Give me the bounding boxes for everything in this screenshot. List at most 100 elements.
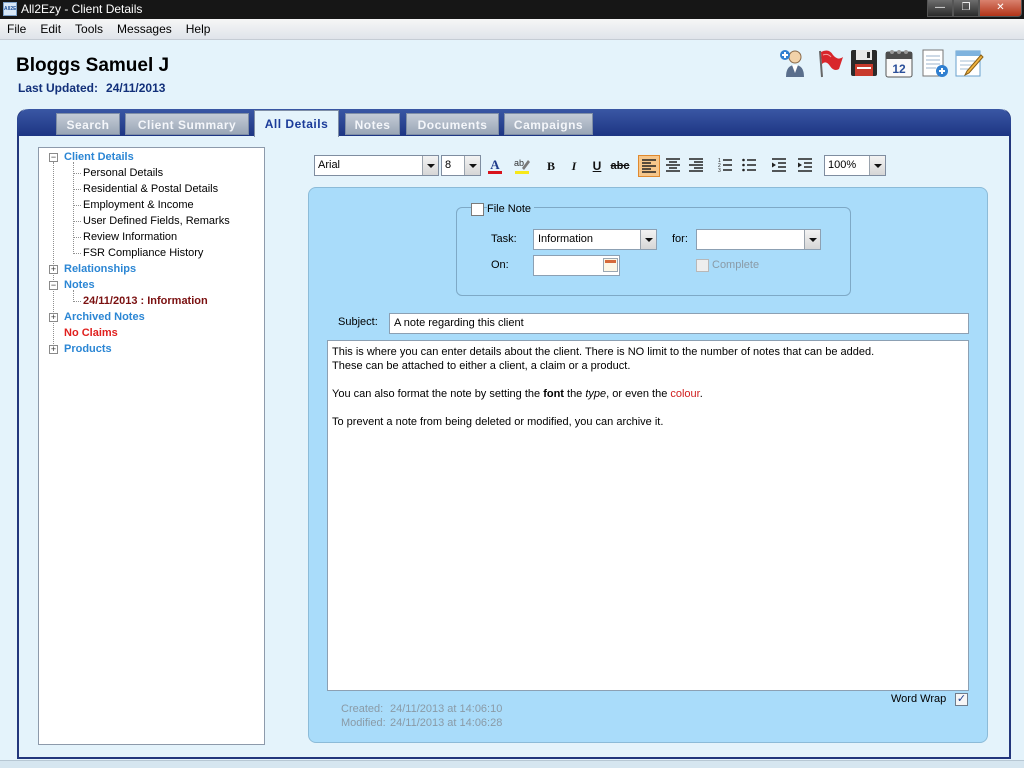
menu-tools[interactable]: Tools [68, 22, 110, 36]
bullet-list-button[interactable] [738, 155, 760, 177]
calendar-picker-icon[interactable] [603, 258, 618, 272]
last-updated-label: Last Updated: [18, 81, 99, 95]
action-toolbar: 12 [778, 47, 988, 79]
expand-icon[interactable]: + [49, 265, 58, 274]
word-wrap-checkbox[interactable]: ✓ [955, 693, 968, 706]
add-user-icon[interactable] [778, 47, 810, 79]
file-note-group [456, 207, 851, 296]
numbered-list-button[interactable]: 1 2 3 [714, 155, 736, 177]
tree-notes[interactable]: Notes [64, 279, 95, 291]
created-value: 24/11/2013 at 14:06:10 [390, 703, 503, 715]
tree-products[interactable]: Products [64, 343, 112, 355]
tree-item-residential-postal[interactable]: Residential & Postal Details [83, 183, 218, 195]
font-size-select[interactable]: 8 [441, 155, 481, 176]
edit-note-icon[interactable] [953, 47, 985, 79]
dropdown-arrow-icon[interactable] [464, 156, 480, 175]
zoom-select[interactable]: 100% [824, 155, 886, 176]
formatted-colour-word: colour [670, 388, 700, 400]
tree-archived-notes[interactable]: Archived Notes [64, 311, 145, 323]
tree-note-item[interactable]: 24/11/2013 : Information [83, 295, 208, 307]
last-updated-value: 24/11/2013 [106, 81, 166, 95]
close-button[interactable]: ✕ [979, 0, 1022, 17]
tree-item-employment-income[interactable]: Employment & Income [83, 199, 194, 211]
complete-checkbox[interactable] [696, 259, 709, 272]
note-editor[interactable]: This is where you can enter details abou… [327, 340, 969, 691]
tree-no-claims[interactable]: No Claims [64, 327, 118, 339]
note-line: You can also format the note by setting … [332, 388, 703, 400]
for-select[interactable] [696, 229, 821, 250]
decrease-indent-button[interactable] [768, 155, 790, 177]
underline-button[interactable]: U [586, 155, 608, 177]
tree-item-personal-details[interactable]: Personal Details [83, 167, 163, 179]
save-icon[interactable] [848, 47, 880, 79]
tab-client-summary[interactable]: Client Summary [125, 113, 249, 135]
calendar-day: 12 [892, 62, 906, 76]
last-updated: Last Updated: 24/11/2013 [18, 81, 165, 95]
svg-text:A: A [490, 157, 500, 172]
tree-connector [73, 205, 81, 206]
italic-button[interactable]: I [563, 155, 585, 177]
tree-item-review-information[interactable]: Review Information [83, 231, 177, 243]
collapse-icon[interactable]: − [49, 153, 58, 162]
tree-client-details[interactable]: Client Details [64, 151, 134, 163]
zoom-value: 100% [828, 159, 857, 171]
menu-help[interactable]: Help [179, 22, 218, 36]
tab-search[interactable]: Search [56, 113, 120, 135]
font-color-icon: A [488, 157, 502, 174]
tree-item-user-defined-fields[interactable]: User Defined Fields, Remarks [83, 215, 230, 227]
dropdown-arrow-icon[interactable] [422, 156, 438, 175]
strikethrough-button[interactable]: abc [609, 155, 631, 177]
menu-edit[interactable]: Edit [33, 22, 68, 36]
date-input[interactable] [533, 255, 620, 276]
subject-input[interactable]: A note regarding this client [389, 313, 969, 334]
expand-icon[interactable]: + [49, 313, 58, 322]
dropdown-arrow-icon[interactable] [804, 230, 820, 249]
align-center-icon [666, 158, 680, 172]
tree-item-fsr-compliance[interactable]: FSR Compliance History [83, 247, 203, 259]
collapse-icon[interactable]: − [49, 281, 58, 290]
font-family-select[interactable]: Arial [314, 155, 439, 176]
modified-value: 24/11/2013 at 14:06:28 [390, 717, 503, 729]
menu-file[interactable]: File [0, 22, 33, 36]
align-left-button[interactable] [638, 155, 660, 177]
tree-connector [73, 253, 81, 254]
increase-indent-button[interactable] [794, 155, 816, 177]
tree-connector [73, 189, 81, 190]
bullet-list-icon [742, 158, 756, 172]
tab-campaigns[interactable]: Campaigns [504, 113, 593, 135]
align-center-button[interactable] [662, 155, 684, 177]
calendar-icon[interactable]: 12 [883, 47, 915, 79]
word-wrap-label: Word Wrap [891, 693, 947, 705]
tree-connector [73, 221, 81, 222]
align-right-button[interactable] [685, 155, 707, 177]
app-logo-icon: All2Ezy [3, 2, 17, 16]
align-right-icon [689, 158, 703, 172]
tree-connector [73, 237, 81, 238]
dropdown-arrow-icon[interactable] [869, 156, 885, 175]
bold-button[interactable]: B [540, 155, 562, 177]
highlight-button[interactable]: ab [511, 155, 533, 177]
align-left-icon [642, 159, 656, 173]
menu-messages[interactable]: Messages [110, 22, 179, 36]
for-label: for: [672, 233, 688, 245]
task-select[interactable]: Information [533, 229, 657, 250]
tab-documents[interactable]: Documents [406, 113, 499, 135]
formatted-type-word: type [585, 388, 607, 400]
tree-relationships[interactable]: Relationships [64, 263, 136, 275]
tab-all-details[interactable]: All Details [254, 110, 339, 137]
dropdown-arrow-icon[interactable] [640, 230, 656, 249]
expand-icon[interactable]: + [49, 345, 58, 354]
note-line: These can be attached to either a client… [332, 360, 631, 372]
indent-icon [798, 158, 812, 172]
add-note-icon[interactable] [918, 47, 950, 79]
flag-icon[interactable] [813, 47, 845, 79]
file-note-label: File Note [487, 203, 535, 215]
minimize-button[interactable]: — [927, 0, 953, 17]
font-color-button[interactable]: A [484, 155, 506, 177]
maximize-button[interactable]: ❐ [953, 0, 979, 17]
file-note-checkbox[interactable] [471, 203, 484, 216]
tree-connector [73, 301, 81, 302]
tab-notes[interactable]: Notes [345, 113, 400, 135]
